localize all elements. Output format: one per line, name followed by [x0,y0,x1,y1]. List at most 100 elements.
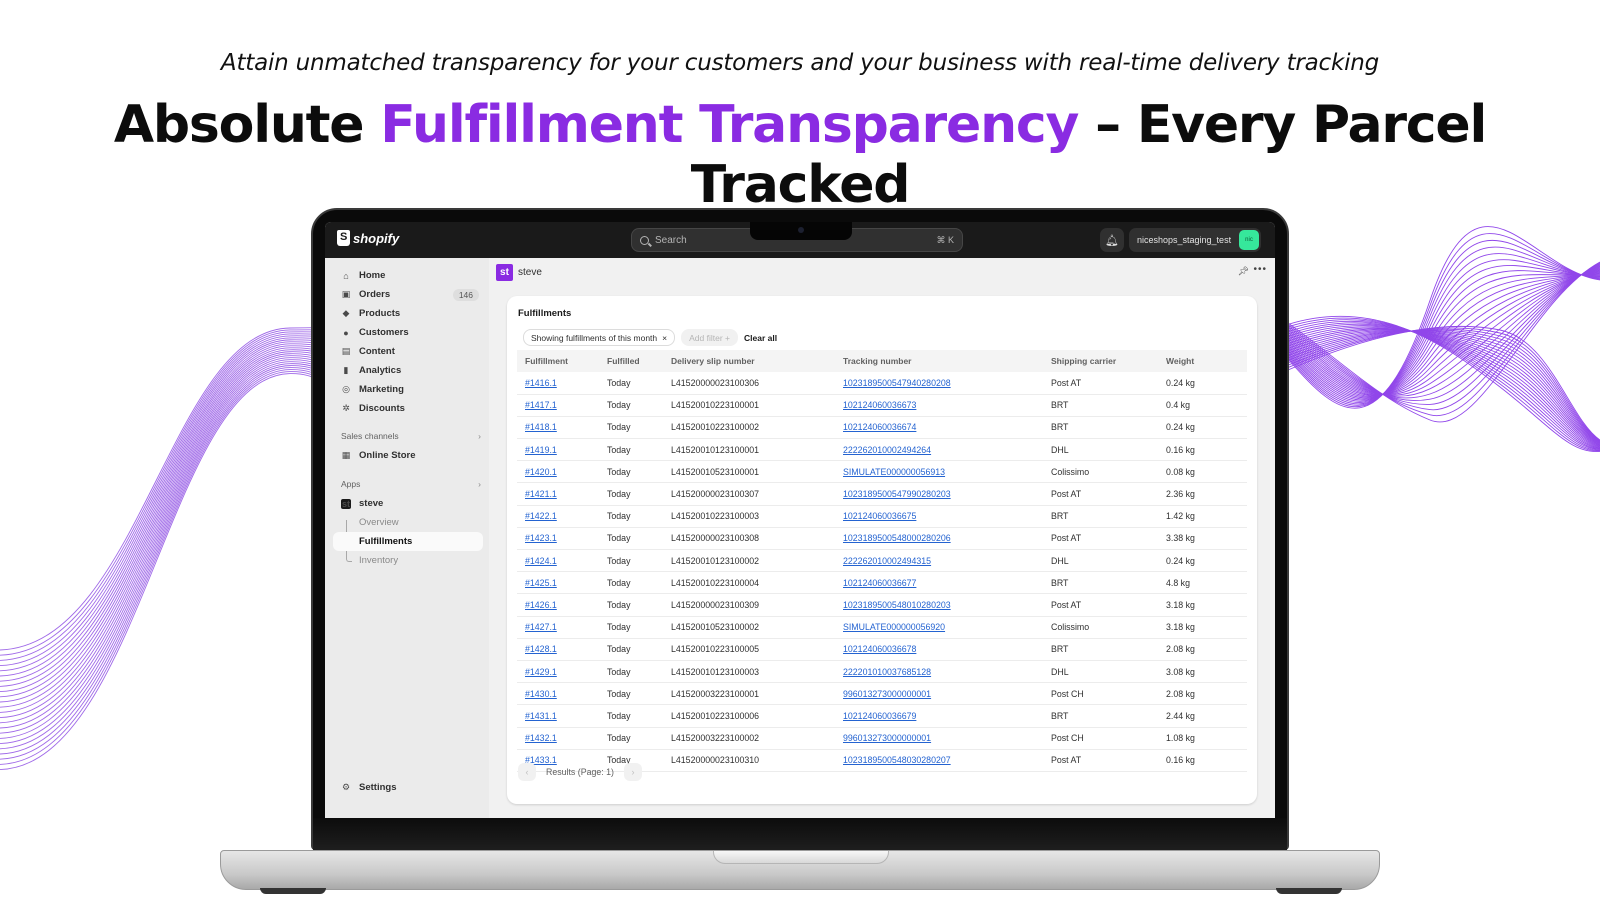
fulfilled-date-cell: Today [607,622,631,633]
fulfillment-link[interactable]: #1422.1 [525,511,557,521]
tracking-link[interactable]: 102124060036674 [843,422,916,432]
sidebar-item-fulfillments[interactable]: Fulfillments [333,532,483,551]
table-row[interactable]: #1416.1 Today L41520000023100306 1023189500… [517,372,1247,395]
prev-page-button[interactable]: ‹ [518,763,536,781]
table-row[interactable]: #1429.1 Today L41520010123100003 2222010100… [517,660,1247,683]
fulfillment-link[interactable]: #1423.1 [525,533,557,543]
headline-pre: Absolute [113,95,381,155]
sidebar-item-customers[interactable]: ● Customers [333,323,483,342]
table-row[interactable]: #1419.1 Today L41520010123100001 2222620100… [517,439,1247,461]
sidebar-item-content[interactable]: ▤ Content [333,342,483,361]
column-header[interactable]: Shipping carrier [1043,350,1158,372]
table-row[interactable]: #1424.1 Today L41520010123100002 2222620100… [517,550,1247,572]
fulfillment-link[interactable]: #1429.1 [525,667,557,677]
tracking-link[interactable]: 102124060036677 [843,578,916,588]
tracking-link[interactable]: 996013273000000001 [843,733,931,743]
tracking-link[interactable]: 102124060036673 [843,400,916,410]
column-header[interactable]: Fulfillment [517,350,599,372]
tracking-link[interactable]: 222262010002494315 [843,556,931,566]
table-row[interactable]: #1422.1 Today L41520010223100003 1021240600… [517,505,1247,528]
tracking-number-cell: 996013273000000001 [835,727,1043,749]
table-row[interactable]: #1430.1 Today L41520003223100001 9960132730… [517,683,1247,705]
add-filter-button[interactable]: Add filter + [681,329,738,346]
store-menu-button[interactable]: niceshops_staging_test nic [1129,228,1261,252]
sidebar-item-online-store[interactable]: ▦ Online Store [333,446,483,465]
table-row[interactable]: #1432.1 Today L41520003223100002 9960132730… [517,727,1247,750]
table-row[interactable]: #1421.1 Today L41520000023100307 1023189500… [517,483,1247,506]
table-row[interactable]: #1418.1 Today L41520010223100002 1021240600… [517,416,1247,439]
sidebar-item-analytics[interactable]: ▮ Analytics [333,361,483,380]
fulfillments-card: Fulfillments Showing fulfillments of thi… [507,296,1257,804]
tracking-link[interactable]: 222262010002494264 [843,445,931,455]
fulfillment-link[interactable]: #1418.1 [525,422,557,432]
sidebar-item-label: Analytics [359,365,402,376]
table-row[interactable]: #1428.1 Today L41520010223100005 1021240600… [517,638,1247,661]
sidebar-item-steve[interactable]: st steve [333,494,483,513]
tracking-link[interactable]: 102124060036678 [843,644,916,654]
tracking-link[interactable]: 1023189500548030280207 [843,755,951,765]
sidebar-item-discounts[interactable]: ✲ Discounts [333,399,483,418]
column-header[interactable]: Weight [1158,350,1247,372]
fulfillment-link[interactable]: #1425.1 [525,578,557,588]
more-options-icon[interactable]: ••• [1253,264,1267,275]
wave-line-right [1287,246,1600,405]
tracking-link[interactable]: 102124060036675 [843,511,916,521]
shopify-bag-icon [337,230,350,246]
close-icon[interactable]: × [662,333,667,343]
tracking-link[interactable]: 1023189500547940280208 [843,378,951,388]
tracking-link[interactable]: 1023189500548010280203 [843,600,951,610]
filter-chip-this-month[interactable]: Showing fulfillments of this month × [523,329,676,346]
sidebar-item-products[interactable]: ◆ Products [333,304,483,323]
tracking-link[interactable]: 996013273000000001 [843,689,931,699]
sidebar-item-settings[interactable]: ⚙ Settings [333,778,483,797]
tracking-link[interactable]: 222201010037685128 [843,667,931,677]
table-row[interactable]: #1425.1 Today L41520010223100004 1021240600… [517,572,1247,594]
tracking-link[interactable]: 102124060036679 [843,711,916,721]
tracking-link[interactable]: SIMULATE000000056913 [843,467,945,477]
pin-icon[interactable]: 📌︎ [1238,266,1249,277]
table-row[interactable]: #1417.1 Today L41520010223100001 1021240600… [517,394,1247,417]
tracking-link[interactable]: SIMULATE000000056920 [843,622,945,632]
fulfillment-link[interactable]: #1427.1 [525,622,557,632]
fulfillment-link[interactable]: #1431.1 [525,711,557,721]
fulfillment-link[interactable]: #1421.1 [525,489,557,499]
fulfillment-link[interactable]: #1416.1 [525,378,557,388]
sidebar-item-label: Settings [359,782,397,793]
sidebar-item-orders[interactable]: ▣ Orders 146 [333,285,483,304]
weight-cell: 0.24 kg [1166,422,1195,433]
sidebar-item-marketing[interactable]: ◎ Marketing [333,380,483,399]
tracking-link[interactable]: 1023189500547990280203 [843,489,951,499]
fulfilled-date-cell: Today [607,599,631,610]
apps-header[interactable]: Apps › [341,479,481,489]
fulfillment-link[interactable]: #1419.1 [525,445,557,455]
fulfillment-link[interactable]: #1428.1 [525,644,557,654]
sidebar-item-inventory[interactable]: Inventory [333,551,483,570]
shopify-logo[interactable]: shopify [337,230,399,246]
clear-all-button[interactable]: Clear all [744,333,777,343]
column-header[interactable]: Tracking number [835,350,1043,372]
fulfillment-link[interactable]: #1432.1 [525,733,557,743]
notifications-button[interactable]: 🔔︎ [1100,228,1124,252]
sidebar-item-overview[interactable]: Overview [333,513,483,532]
fulfilled-date-cell: Today [607,555,631,566]
table-row[interactable]: #1426.1 Today L41520000023100309 1023189500… [517,594,1247,617]
wave-line-right [1287,265,1600,399]
fulfillment-link[interactable]: #1417.1 [525,400,557,410]
sidebar-item-home[interactable]: ⌂ Home [333,266,483,285]
column-header[interactable]: Fulfilled [599,350,663,372]
next-page-button[interactable]: › [623,763,642,781]
table-row[interactable]: #1423.1 Today L41520000023100308 1023189500… [517,527,1247,550]
column-header[interactable]: Delivery slip number [663,350,835,372]
table-row[interactable]: #1420.1 Today L41520010523100001 SIMULATE00… [517,461,1247,483]
shipping-carrier-cell: BRT [1051,400,1069,411]
table-row[interactable]: #1431.1 Today L41520010223100006 1021240600… [517,705,1247,727]
laptop-base [220,850,1380,890]
weight-cell: 2.36 kg [1166,489,1195,500]
sales-channels-header[interactable]: Sales channels › [341,431,481,441]
fulfillment-link[interactable]: #1424.1 [525,556,557,566]
fulfillment-link[interactable]: #1426.1 [525,600,557,610]
tracking-link[interactable]: 1023189500548000280206 [843,533,951,543]
fulfillment-link[interactable]: #1420.1 [525,467,557,477]
fulfillment-link[interactable]: #1430.1 [525,689,557,699]
table-row[interactable]: #1427.1 Today L41520010523100002 SIMULATE00… [517,616,1247,639]
